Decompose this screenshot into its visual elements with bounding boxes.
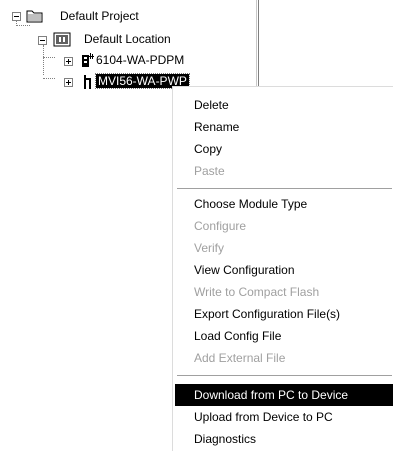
menu-item-label: View Configuration: [194, 263, 295, 277]
menu-item-view-configuration[interactable]: View Configuration: [175, 259, 393, 281]
menu-item-choose-module-type[interactable]: Choose Module Type: [175, 193, 393, 215]
collapse-toggle[interactable]: [38, 36, 47, 45]
menu-item-paste: Paste: [175, 160, 393, 182]
menu-item-load-config-file[interactable]: Load Config File: [175, 325, 393, 347]
menu-item-diagnostics[interactable]: Diagnostics: [175, 428, 393, 450]
menu-item-copy[interactable]: Copy: [175, 138, 393, 160]
pane-divider: [256, 0, 257, 88]
tree-connector: [43, 57, 55, 59]
menu-item-label: Load Config File: [194, 329, 282, 343]
pane-divider-shadow: [258, 0, 259, 88]
menu-item-label: Paste: [194, 164, 225, 178]
menu-item-label: Delete: [194, 98, 229, 112]
menu-item-label: Verify: [194, 241, 225, 255]
tree-connector: [43, 78, 55, 80]
menu-item-label: Configure: [194, 219, 247, 233]
menu-item-label: Export Configuration File(s): [194, 307, 341, 321]
context-menu: Delete Rename Copy Paste Choose Module T…: [172, 86, 393, 451]
menu-item-write-to-compact-flash: Write to Compact Flash: [175, 281, 393, 303]
expand-toggle[interactable]: [64, 78, 73, 87]
menu-item-label: Copy: [194, 142, 223, 156]
module-icon: [84, 75, 91, 89]
menu-separator: [177, 188, 392, 190]
menu-item-export-configuration-files[interactable]: Export Configuration File(s): [175, 303, 393, 325]
device-icon: [82, 53, 94, 67]
location-icon: [53, 32, 71, 47]
tree-connector: [43, 45, 45, 75]
menu-item-rename[interactable]: Rename: [175, 116, 393, 138]
menu-item-verify: Verify: [175, 237, 393, 259]
menu-item-delete[interactable]: Delete: [175, 94, 393, 116]
expand-toggle[interactable]: [64, 57, 73, 66]
menu-separator: [177, 375, 392, 377]
menu-item-label: Choose Module Type: [194, 197, 308, 211]
collapse-toggle[interactable]: [12, 12, 21, 21]
folder-icon: [26, 10, 43, 23]
menu-item-add-external-file: Add External File: [175, 347, 393, 369]
menu-item-label: Write to Compact Flash: [194, 285, 320, 299]
tree-node-label[interactable]: Default Project: [60, 9, 139, 23]
tree-node-label[interactable]: 6104-WA-PDPM: [96, 53, 184, 67]
menu-item-label: Rename: [194, 120, 240, 134]
menu-item-label: Add External File: [194, 351, 286, 365]
menu-item-label: Download from PC to Device: [194, 388, 349, 402]
menu-item-upload-from-device-to-pc[interactable]: Upload from Device to PC: [175, 406, 393, 428]
tree-connector: [16, 25, 30, 27]
tree-node-label[interactable]: Default Location: [84, 32, 171, 46]
menu-item-download-from-pc-to-device[interactable]: Download from PC to Device: [175, 384, 393, 406]
menu-item-label: Upload from Device to PC: [194, 410, 333, 424]
menu-item-label: Diagnostics: [194, 432, 257, 446]
menu-item-configure: Configure: [175, 215, 393, 237]
